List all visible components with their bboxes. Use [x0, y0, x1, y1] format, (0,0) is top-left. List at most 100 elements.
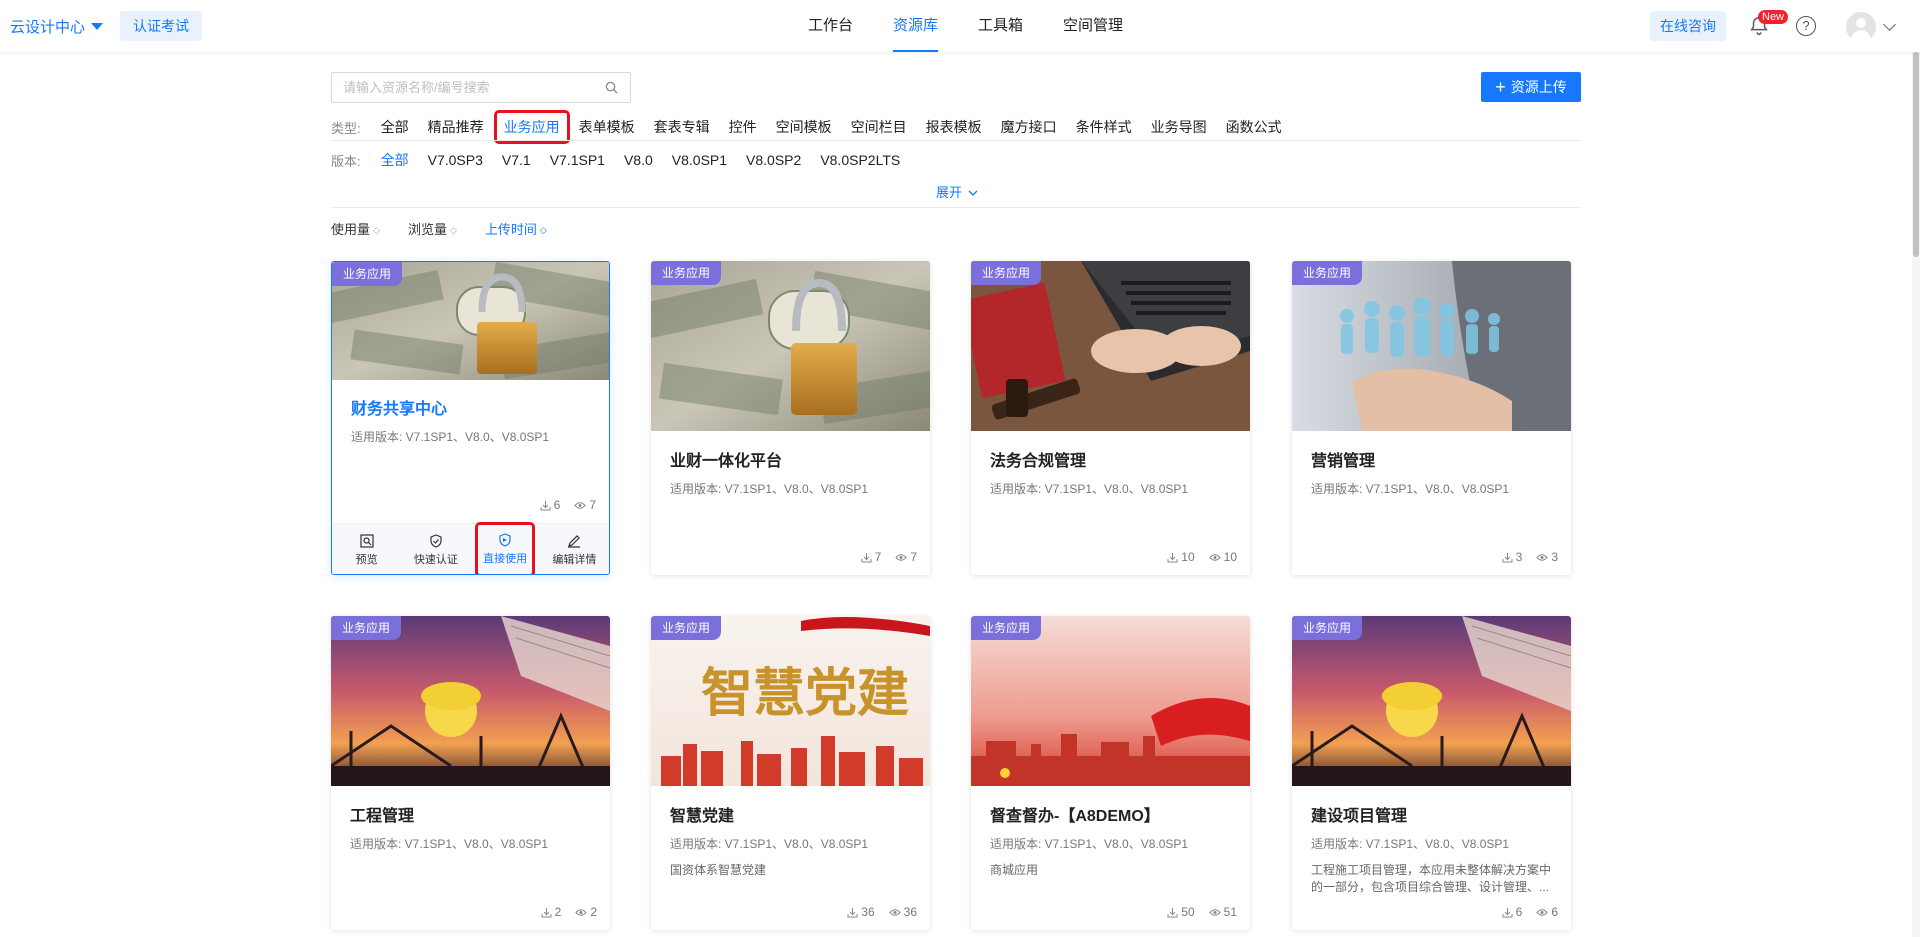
eye-icon — [1208, 908, 1221, 916]
card-tag: 业务应用 — [1292, 616, 1363, 640]
brand-menu[interactable]: 云设计中心 — [10, 16, 104, 37]
type-space-template[interactable]: 空间模板 — [776, 117, 832, 137]
type-space-column[interactable]: 空间栏目 — [851, 117, 907, 137]
type-function[interactable]: 函数公式 — [1226, 117, 1282, 137]
download-icon — [541, 907, 552, 917]
card-title[interactable]: 督查督办-【A8DEMO】 — [990, 802, 1160, 826]
download-icon — [861, 552, 872, 562]
card-title[interactable]: 法务合规管理 — [990, 447, 1086, 471]
download-icon — [1502, 907, 1513, 917]
card-title[interactable]: 财务共享中心 — [351, 395, 447, 419]
version-v80sp2[interactable]: V8.0SP2 — [746, 152, 801, 168]
nav-toolbox[interactable]: 工具箱 — [978, 0, 1023, 52]
scrollbar-thumb[interactable] — [1913, 52, 1919, 257]
eye-icon — [888, 908, 901, 916]
help-icon[interactable]: ? — [1796, 16, 1816, 36]
edit-details-button[interactable]: 编辑详情 — [544, 524, 604, 574]
sort-icon: ◇ — [449, 225, 457, 235]
resource-card[interactable]: 业务应用 财务共享中心 适用版本: V7.1SP1、V8.0、V8.0SP1 6… — [331, 261, 610, 575]
direct-use-icon — [499, 533, 511, 547]
eye-icon — [1208, 553, 1221, 561]
resource-card[interactable]: 业务应用 业财一体化平台 适用版本: V7.1SP1、V8.0、V8.0SP1 … — [651, 261, 930, 575]
quick-cert-button[interactable]: 快速认证 — [406, 524, 466, 574]
version-v70sp3[interactable]: V7.0SP3 — [428, 152, 483, 168]
view-stat: 3 — [1536, 550, 1558, 564]
avatar[interactable] — [1846, 12, 1876, 42]
download-count: 2 — [554, 905, 562, 919]
version-v71sp1[interactable]: V7.1SP1 — [550, 152, 605, 168]
sort-upload-time[interactable]: 上传时间 ◇ — [485, 219, 547, 238]
type-all[interactable]: 全部 — [381, 117, 409, 137]
divider — [331, 140, 1581, 141]
caret-down-icon — [91, 23, 104, 30]
upload-resource-button[interactable]: + 资源上传 — [1481, 72, 1581, 102]
search-icon[interactable] — [605, 81, 618, 94]
view-count: 7 — [589, 498, 596, 512]
version-all[interactable]: 全部 — [381, 150, 409, 170]
card-title[interactable]: 建设项目管理 — [1311, 802, 1407, 826]
version-v80sp1[interactable]: V8.0SP1 — [672, 152, 727, 168]
resource-card[interactable]: 智慧党建 业务应用 智慧党建 适用版本: V7.1SP1、V8.0、V8.0SP… — [651, 616, 930, 930]
plus-icon: + — [1495, 77, 1506, 97]
party-image-text: 智慧党建 — [701, 663, 909, 724]
eye-icon — [575, 908, 587, 916]
direct-use-button[interactable]: 直接使用 — [475, 522, 536, 574]
chevron-down-icon[interactable] — [1883, 18, 1896, 31]
card-stats: 6 6 — [1502, 905, 1558, 919]
type-report-template[interactable]: 报表模板 — [926, 117, 982, 137]
version-v80[interactable]: V8.0 — [624, 152, 653, 168]
preview-icon — [360, 534, 374, 548]
resource-card[interactable]: 业务应用 建设项目管理 适用版本: V7.1SP1、V8.0、V8.0SP1 工… — [1292, 616, 1571, 930]
preview-button[interactable]: 预览 — [337, 524, 397, 574]
version-label: 版本: — [331, 153, 361, 169]
sort-views[interactable]: 浏览量 ◇ — [408, 219, 457, 238]
download-count: 6 — [1515, 905, 1523, 919]
online-consult-button[interactable]: 在线咨询 — [1650, 11, 1726, 41]
type-featured[interactable]: 精品推荐 — [428, 117, 484, 137]
card-tag: 业务应用 — [971, 616, 1042, 640]
card-image-laptop-gavel — [971, 261, 1250, 431]
type-business-app[interactable]: 业务应用 — [493, 110, 570, 144]
card-title[interactable]: 业财一体化平台 — [670, 447, 782, 471]
sort-usage[interactable]: 使用量 ◇ — [331, 219, 380, 238]
card-image-money-lock — [651, 261, 930, 431]
type-condition-style[interactable]: 条件样式 — [1076, 117, 1132, 137]
card-version: 适用版本: V7.1SP1、V8.0、V8.0SP1 — [990, 482, 1189, 496]
nav-resource-library[interactable]: 资源库 — [893, 0, 939, 52]
resource-card[interactable]: 业务应用 营销管理 适用版本: V7.1SP1、V8.0、V8.0SP1 3 3 — [1292, 261, 1571, 575]
download-count: 6 — [553, 498, 561, 512]
cert-exam-button[interactable]: 认证考试 — [120, 11, 202, 41]
card-version: 适用版本: V7.1SP1、V8.0、V8.0SP1 — [1311, 482, 1510, 496]
card-title[interactable]: 智慧党建 — [670, 802, 734, 826]
download-icon — [847, 907, 858, 917]
type-business-map[interactable]: 业务导图 — [1151, 117, 1207, 137]
card-title[interactable]: 工程管理 — [350, 802, 414, 826]
download-stat: 10 — [1167, 550, 1195, 564]
download-count: 3 — [1515, 550, 1523, 564]
card-stats: 7 7 — [861, 550, 917, 564]
brand-label: 云设计中心 — [10, 19, 86, 36]
card-version: 适用版本: V7.1SP1、V8.0、V8.0SP1 — [1311, 837, 1510, 851]
version-v71[interactable]: V7.1 — [502, 152, 531, 168]
expand-link[interactable]: 展开 — [936, 182, 978, 201]
view-stat: 10 — [1208, 550, 1237, 564]
version-v80sp2lts[interactable]: V8.0SP2LTS — [820, 152, 900, 168]
resource-card[interactable]: 业务应用 工程管理 适用版本: V7.1SP1、V8.0、V8.0SP1 2 2 — [331, 616, 610, 930]
type-form-set[interactable]: 套表专辑 — [654, 117, 710, 137]
download-stat: 6 — [1502, 905, 1523, 919]
resource-card[interactable]: 业务应用 督查督办-【A8DEMO】 适用版本: V7.1SP1、V8.0、V8… — [971, 616, 1250, 930]
type-form-template[interactable]: 表单模板 — [579, 117, 635, 137]
resource-card[interactable]: 业务应用 法务合规管理 适用版本: V7.1SP1、V8.0、V8.0SP1 1… — [971, 261, 1250, 575]
download-stat: 2 — [541, 905, 562, 919]
download-stat: 6 — [540, 498, 561, 512]
type-cube-interface[interactable]: 魔方接口 — [1001, 117, 1057, 137]
download-count: 50 — [1181, 905, 1195, 919]
search-input[interactable] — [332, 73, 592, 102]
sort-usage-label: 使用量 — [331, 222, 371, 237]
card-tag: 业务应用 — [651, 616, 722, 640]
card-title[interactable]: 营销管理 — [1311, 447, 1375, 471]
type-control[interactable]: 控件 — [729, 117, 757, 137]
nav-workbench[interactable]: 工作台 — [808, 0, 853, 52]
card-version: 适用版本: V7.1SP1、V8.0、V8.0SP1 — [990, 837, 1189, 851]
nav-space-management[interactable]: 空间管理 — [1063, 0, 1123, 52]
